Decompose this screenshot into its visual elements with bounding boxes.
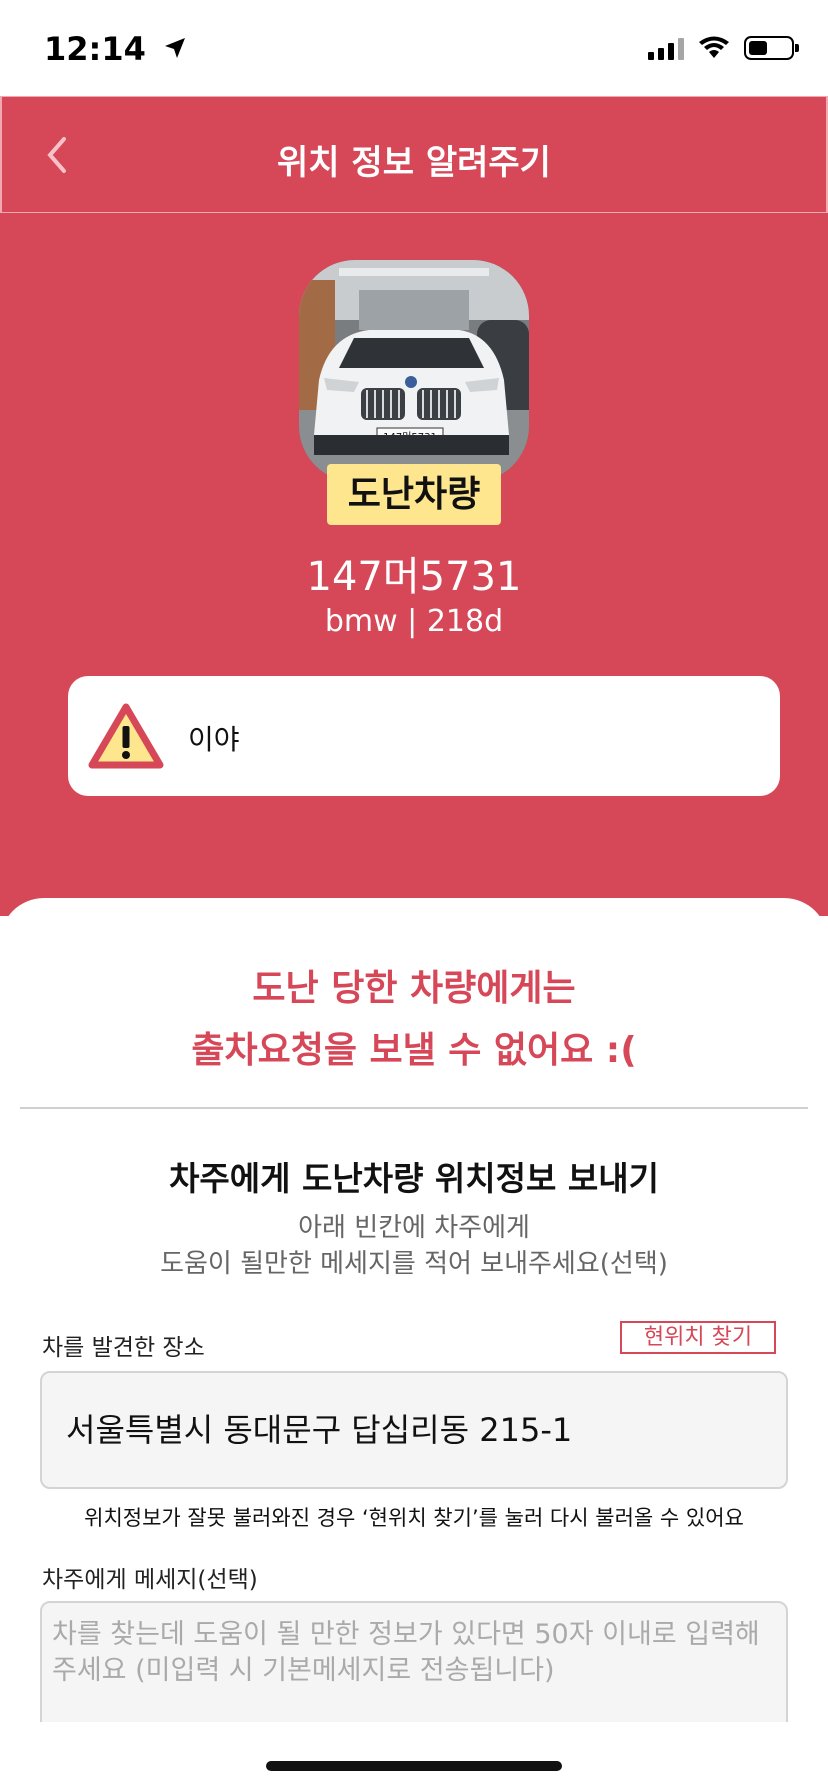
- section-sub-line-1: 아래 빈칸에 차주에게: [298, 1213, 530, 1243]
- notice-card: 이야: [68, 676, 780, 796]
- bottom-safe-area: [0, 1722, 828, 1792]
- status-icons: [648, 36, 799, 60]
- cellular-signal-icon: [648, 36, 684, 60]
- section-sub-line-2: 도움이 될만한 메세지를 적어 보내주세요(선택): [160, 1249, 668, 1279]
- status-time: 12:14: [44, 30, 187, 68]
- warning-line-1: 도난 당한 차량에게는: [252, 968, 576, 1009]
- section-subtitle: 아래 빈칸에 차주에게 도움이 될만한 메세지를 적어 보내주세요(선택): [0, 1210, 828, 1282]
- address-hint: 위치정보가 잘못 불러와진 경우 ‘현위치 찾기’를 눌러 다시 불러올 수 있…: [84, 1506, 744, 1530]
- vehicle-photo: 147머5731: [299, 260, 529, 482]
- place-label: 차를 발견한 장소: [42, 1335, 205, 1361]
- car-model: bmw | 218d: [324, 604, 504, 639]
- battery-icon: [744, 36, 799, 60]
- bottom-sheet: 도난 당한 차량에게는 출차요청을 보낼 수 없어요 :( 차주에게 도난차량 …: [0, 898, 828, 1792]
- warning-triangle-icon: [88, 703, 164, 769]
- home-indicator[interactable]: [266, 1761, 562, 1771]
- address-field[interactable]: 서울특별시 동대문구 답십리동 215-1: [40, 1371, 788, 1489]
- status-bar: 12:14: [0, 0, 828, 96]
- find-current-location-button[interactable]: 현위치 찾기: [620, 1321, 776, 1354]
- cannot-request-message: 도난 당한 차량에게는 출차요청을 보낼 수 없어요 :(: [0, 958, 828, 1082]
- stolen-status-badge: 도난차량: [327, 464, 501, 525]
- warning-line-2: 출차요청을 보낼 수 없어요 :(: [191, 1030, 637, 1071]
- page-title: 위치 정보 알려주기: [277, 143, 551, 183]
- notice-text: 이야: [188, 723, 240, 756]
- navigation-bar: 위치 정보 알려주기: [0, 96, 828, 213]
- message-label: 차주에게 메세지(선택): [42, 1567, 258, 1593]
- message-input[interactable]: [40, 1601, 788, 1741]
- plate-number: 147머5731: [306, 554, 522, 600]
- status-time-text: 12:14: [44, 30, 146, 68]
- wifi-icon: [699, 36, 729, 58]
- location-arrow-icon: [163, 36, 187, 67]
- section-title: 차주에게 도난차량 위치정보 보내기: [169, 1159, 659, 1198]
- divider: [20, 1107, 808, 1109]
